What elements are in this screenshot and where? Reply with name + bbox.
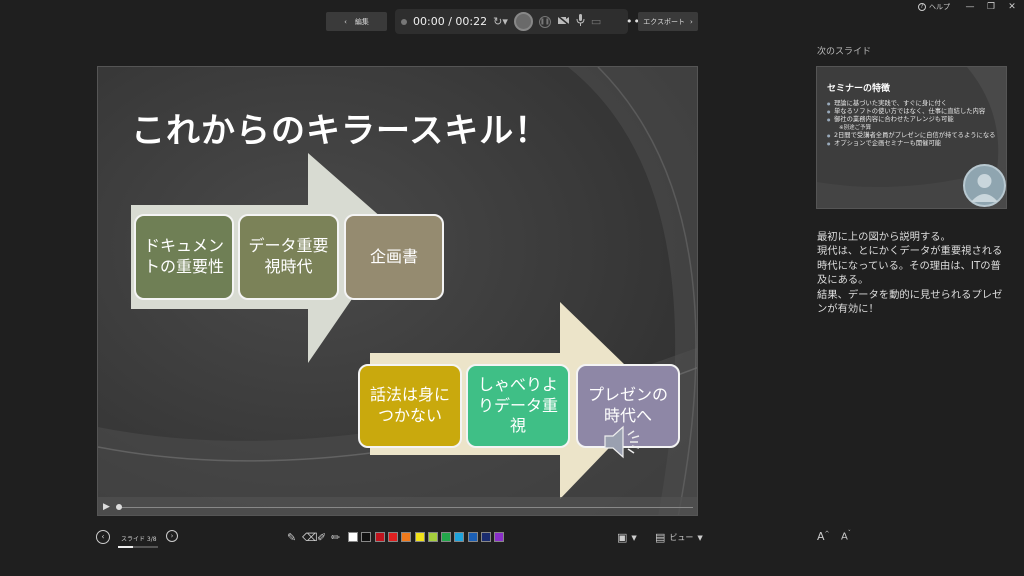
process-box: データ重要視時代 bbox=[238, 214, 339, 300]
highlighter-icon[interactable]: ✐ bbox=[317, 531, 326, 544]
chevron-right-icon: › bbox=[689, 17, 693, 26]
help-label: ヘルプ bbox=[929, 3, 950, 11]
seek-thumb[interactable] bbox=[116, 504, 122, 510]
slide-title: これからのキラースキル！ bbox=[131, 111, 550, 151]
next-slide-bullet: 御社の業務内容に合わせたアレンジも可能 bbox=[827, 116, 997, 124]
camera-toggle-button[interactable]: ▣ ▼ bbox=[617, 531, 637, 544]
next-slide-bullet: 理論に基づいた実践で、すぐに身に付く bbox=[827, 100, 997, 108]
process-box: 企画書 bbox=[344, 214, 444, 300]
presenter-view: ? ヘルプ — ❐ ✕ ‹ 編集 00:00 / 00:22 ↻▾ ❚❚ ▭ •… bbox=[0, 0, 1024, 576]
next-slide-bullet: オプションで企画セミナーも開催可能 bbox=[827, 140, 997, 148]
seek-bar[interactable] bbox=[118, 507, 693, 508]
current-slide[interactable]: これからのキラースキル！ ドキュメントの重要性 データ重要視時代 企画書 話法は… bbox=[97, 66, 698, 516]
next-slide-title: セミナーの特徴 bbox=[827, 84, 891, 94]
chevron-left-icon: ‹ bbox=[344, 17, 347, 26]
next-slide-label: 次のスライド bbox=[817, 47, 872, 57]
minimize-button[interactable]: — bbox=[964, 2, 976, 12]
view-icon: ▤ bbox=[655, 531, 666, 544]
help-button[interactable]: ? ヘルプ bbox=[918, 2, 950, 12]
next-slide-button[interactable]: › bbox=[166, 530, 178, 542]
close-button[interactable]: ✕ bbox=[1006, 2, 1018, 12]
laser-pointer-icon[interactable]: ✏ bbox=[331, 531, 340, 544]
view-label: ビュー bbox=[669, 533, 694, 542]
process-box: ドキュメントの重要性 bbox=[134, 214, 234, 300]
decrease-font-label: A bbox=[841, 531, 848, 543]
color-swatch[interactable] bbox=[494, 532, 505, 542]
color-swatch[interactable] bbox=[361, 532, 372, 542]
chevron-down-icon: ▼ bbox=[631, 533, 637, 542]
pause-button[interactable]: ❚❚ bbox=[538, 15, 551, 28]
reset-icon[interactable]: ↻▾ bbox=[493, 15, 508, 28]
recording-time: 00:00 / 00:22 bbox=[413, 15, 488, 28]
color-swatch[interactable] bbox=[467, 532, 478, 542]
user-icon bbox=[971, 174, 998, 202]
color-swatch[interactable] bbox=[427, 532, 438, 542]
restore-button[interactable]: ❐ bbox=[985, 2, 997, 12]
slide-progress-fill bbox=[118, 546, 133, 548]
next-slide-subnote: ※別途ご予算 bbox=[839, 125, 872, 131]
color-swatch[interactable] bbox=[374, 532, 385, 542]
process-box: 話法は身につかない bbox=[358, 364, 462, 448]
next-slide-bullet: 2日間で受講者全員がプレゼンに自信が持てるようになる bbox=[827, 132, 997, 140]
decrease-font-button[interactable]: Aˇ bbox=[841, 530, 851, 542]
color-swatch[interactable] bbox=[387, 532, 398, 542]
process-box: しゃべりよりデータ重視 bbox=[466, 364, 570, 448]
view-menu-button[interactable]: ▤ ビュー ▼ bbox=[655, 531, 703, 544]
color-swatch[interactable] bbox=[348, 532, 358, 542]
help-icon: ? bbox=[918, 3, 926, 11]
edit-button[interactable]: ‹ 編集 bbox=[326, 12, 387, 31]
export-label: エクスポート bbox=[643, 17, 685, 26]
camera-off-icon[interactable] bbox=[557, 14, 570, 29]
chevron-down-icon: ▼ bbox=[697, 533, 703, 542]
notes-text: 最初に上の図から説明する。 現代は、とにかくデータが重要視される時代になっている… bbox=[817, 231, 1003, 316]
record-button[interactable] bbox=[513, 12, 533, 31]
slide-counter: スライド 3/8 bbox=[121, 536, 157, 543]
color-swatch[interactable] bbox=[481, 532, 491, 542]
previous-slide-button[interactable]: ‹ bbox=[96, 530, 110, 544]
next-slide-preview[interactable]: セミナーの特徴 理論に基づいた実践で、すぐに身に付く 単なるソフトの使い方ではな… bbox=[816, 66, 1007, 209]
next-slide-bullets: 理論に基づいた実践で、すぐに身に付く 単なるソフトの使い方ではなく、仕事に直結し… bbox=[827, 100, 997, 148]
edit-label: 編集 bbox=[354, 17, 369, 26]
screen-share-icon[interactable]: ▭ bbox=[591, 15, 601, 28]
person-frame-icon: ▣ bbox=[617, 531, 628, 544]
color-swatch[interactable] bbox=[414, 532, 425, 542]
increase-font-button[interactable]: A^ bbox=[817, 530, 830, 543]
color-swatch[interactable] bbox=[454, 532, 465, 542]
recording-bar: 00:00 / 00:22 ↻▾ ❚❚ ▭ bbox=[395, 9, 628, 34]
speaker-notes[interactable]: 最初に上の図から説明する。 現代は、とにかくデータが重要視される時代になっている… bbox=[817, 230, 1009, 316]
increase-font-label: A bbox=[817, 530, 825, 543]
eraser-icon[interactable]: ⌫ bbox=[302, 531, 318, 544]
microphone-icon[interactable] bbox=[576, 14, 585, 29]
audio-speaker-icon[interactable] bbox=[603, 423, 645, 461]
pen-icon[interactable]: ✎ bbox=[287, 531, 296, 544]
export-button[interactable]: エクスポート › bbox=[638, 12, 698, 31]
color-swatch[interactable] bbox=[441, 532, 452, 542]
color-swatch[interactable] bbox=[401, 532, 412, 542]
play-icon[interactable]: ▶ bbox=[103, 502, 110, 512]
recording-indicator-icon bbox=[401, 18, 407, 25]
camera-avatar bbox=[963, 164, 1006, 207]
next-slide-bullet: 単なるソフトの使い方ではなく、仕事に直結した内容 bbox=[827, 108, 997, 116]
